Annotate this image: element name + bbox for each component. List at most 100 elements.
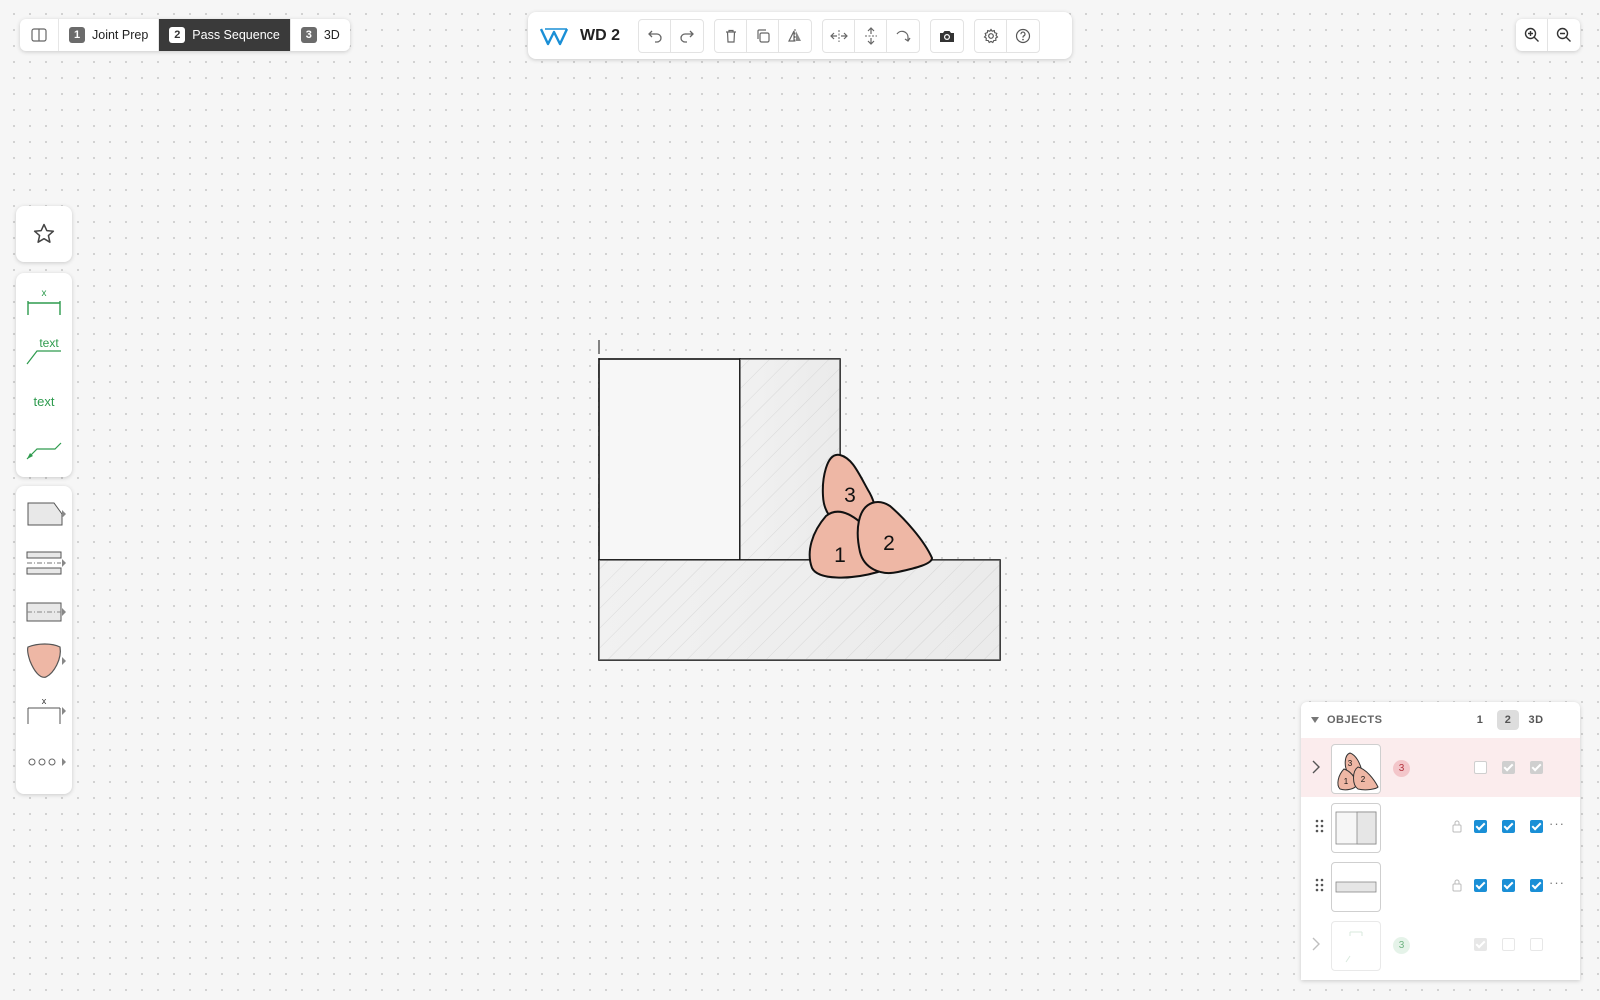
gear-icon bbox=[983, 28, 998, 43]
lock-icon[interactable] bbox=[1451, 878, 1463, 892]
shape-toolbox: x bbox=[16, 486, 72, 794]
object-row-weld-passes[interactable]: 3 1 2 3 bbox=[1301, 738, 1580, 797]
objects-header[interactable]: OBJECTS 1 2 3D bbox=[1301, 702, 1580, 738]
more-shapes-icon bbox=[28, 758, 56, 766]
drag-handle-icon[interactable] bbox=[1315, 877, 1325, 893]
leader-tool[interactable] bbox=[16, 427, 72, 471]
column-step-3d[interactable]: 3D bbox=[1525, 710, 1547, 730]
text-tool[interactable]: text bbox=[16, 379, 72, 423]
object-thumbnail: 3 1 2 bbox=[1331, 744, 1381, 794]
visibility-checkbox-step-3d[interactable] bbox=[1530, 938, 1543, 951]
pass-label: 3 bbox=[844, 484, 856, 507]
dimension-tool-label: x bbox=[42, 288, 47, 299]
tab-joint-prep[interactable]: 1 Joint Prep bbox=[59, 19, 160, 51]
settings-group bbox=[974, 18, 1040, 53]
leader-text-tool[interactable]: text bbox=[16, 330, 72, 374]
text-tool-label: text bbox=[33, 393, 55, 409]
rotate-icon bbox=[896, 30, 911, 42]
wd-logo-icon[interactable] bbox=[538, 20, 570, 52]
visibility-checkbox-step-2[interactable] bbox=[1502, 820, 1515, 833]
step-number: 3 bbox=[300, 27, 317, 43]
tab-pass-sequence[interactable]: 2 Pass Sequence bbox=[159, 19, 291, 51]
flip-vertical-icon bbox=[864, 26, 877, 45]
visibility-checkbox-step-1[interactable] bbox=[1474, 761, 1487, 774]
tab-3d[interactable]: 3 3D bbox=[291, 19, 350, 51]
undo-button[interactable] bbox=[639, 19, 671, 52]
duplicate-button[interactable] bbox=[747, 19, 779, 52]
top-toolbar: WD 2 bbox=[528, 12, 1072, 59]
count-badge: 3 bbox=[1393, 937, 1410, 954]
svg-text:x: x bbox=[42, 696, 47, 706]
more-options-icon[interactable]: ··· bbox=[1549, 875, 1565, 890]
edit-group bbox=[714, 18, 812, 53]
thumb-label: 2 bbox=[1361, 775, 1366, 784]
pass-label: 1 bbox=[834, 544, 846, 567]
objects-title: OBJECTS bbox=[1327, 714, 1383, 726]
expand-arrow-icon bbox=[62, 758, 66, 766]
step-number: 2 bbox=[169, 27, 186, 43]
pipe-tool[interactable] bbox=[16, 541, 72, 585]
visibility-checkbox-step-3d[interactable] bbox=[1530, 820, 1543, 833]
visibility-checkbox-step-1[interactable] bbox=[1474, 879, 1487, 892]
column-step-1[interactable]: 1 bbox=[1469, 710, 1491, 730]
weld-bead-icon bbox=[27, 643, 61, 678]
gap-dimension-icon: x bbox=[27, 696, 61, 724]
help-button[interactable] bbox=[1007, 20, 1039, 52]
rotate-button[interactable] bbox=[887, 20, 919, 52]
object-thumbnail bbox=[1331, 921, 1381, 971]
zoom-out-button[interactable] bbox=[1548, 19, 1580, 51]
tab-label: Joint Prep bbox=[92, 28, 149, 42]
zoom-out-icon bbox=[1556, 27, 1571, 42]
chevron-right-icon[interactable] bbox=[1311, 937, 1321, 951]
thumb-label: 1 bbox=[1344, 777, 1349, 786]
visibility-checkbox-step-2[interactable] bbox=[1502, 761, 1515, 774]
dimension-tool[interactable]: x bbox=[16, 281, 72, 325]
bevel-plate-icon bbox=[27, 502, 63, 526]
mirror-button[interactable] bbox=[779, 20, 811, 52]
plate-tool[interactable] bbox=[16, 590, 72, 634]
flip-horizontal-button[interactable] bbox=[823, 19, 855, 52]
favorites-button[interactable] bbox=[16, 206, 72, 262]
chevron-right-icon[interactable] bbox=[1311, 760, 1321, 774]
expand-arrow-icon bbox=[62, 559, 66, 567]
object-row-vertical-plate[interactable]: ··· bbox=[1301, 797, 1580, 856]
visibility-checkbox-step-1[interactable] bbox=[1474, 820, 1487, 833]
visibility-checkbox-step-2[interactable] bbox=[1502, 879, 1515, 892]
zoom-controls bbox=[1516, 19, 1580, 51]
plate-icon bbox=[26, 602, 62, 622]
pipe-section-icon bbox=[26, 551, 62, 575]
sidebar-toggle-button[interactable] bbox=[20, 19, 59, 51]
column-step-2[interactable]: 2 bbox=[1497, 710, 1519, 730]
dimension-icon: x bbox=[27, 288, 61, 315]
visibility-checkbox-step-3d[interactable] bbox=[1530, 879, 1543, 892]
annotation-toolbox: x text text bbox=[16, 273, 72, 477]
step-number: 1 bbox=[69, 27, 85, 43]
settings-button[interactable] bbox=[975, 19, 1007, 52]
weld-bead-tool[interactable] bbox=[16, 636, 72, 686]
star-icon bbox=[33, 223, 55, 243]
visibility-checkbox-step-2[interactable] bbox=[1502, 938, 1515, 951]
object-row-annotations[interactable]: 3 bbox=[1301, 915, 1580, 974]
redo-button[interactable] bbox=[671, 20, 703, 52]
visibility-checkbox-step-1[interactable] bbox=[1474, 938, 1487, 951]
bevel-plate-tool[interactable] bbox=[16, 492, 72, 536]
drag-handle-icon[interactable] bbox=[1315, 818, 1325, 834]
visibility-checkbox-step-3d[interactable] bbox=[1530, 761, 1543, 774]
flip-vertical-button[interactable] bbox=[855, 19, 887, 52]
object-row-horizontal-plate[interactable]: ··· bbox=[1301, 856, 1580, 915]
help-icon bbox=[1015, 28, 1031, 43]
expand-arrow-icon bbox=[62, 510, 66, 518]
gap-dimension-tool[interactable]: x bbox=[16, 689, 72, 733]
delete-button[interactable] bbox=[715, 19, 747, 52]
weld-pass-2[interactable] bbox=[856, 501, 934, 574]
more-options-icon[interactable]: ··· bbox=[1549, 816, 1565, 831]
trash-icon bbox=[725, 29, 736, 43]
screenshot-button[interactable] bbox=[931, 20, 963, 52]
collapse-caret-icon[interactable] bbox=[1311, 717, 1319, 723]
document-title[interactable]: WD 2 bbox=[580, 27, 620, 45]
object-thumbnail bbox=[1331, 803, 1381, 853]
more-shapes-tool[interactable] bbox=[16, 740, 72, 784]
lock-icon[interactable] bbox=[1451, 819, 1463, 833]
zoom-in-icon bbox=[1524, 27, 1539, 42]
zoom-in-button[interactable] bbox=[1516, 19, 1548, 51]
